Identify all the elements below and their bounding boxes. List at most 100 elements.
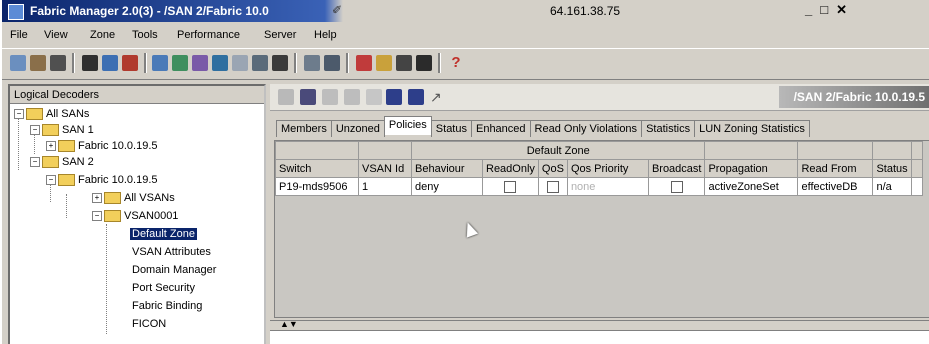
menu-tools[interactable]: Tools: [132, 29, 158, 41]
tree-item-domain-manager[interactable]: Domain Manager: [132, 262, 216, 278]
tree-item-san1[interactable]: − SAN 1: [30, 122, 94, 138]
menu-file[interactable]: File: [10, 29, 28, 41]
table-header-row: Switch VSAN Id Behaviour ReadOnly QoS Qo…: [275, 159, 923, 178]
statistics-icon[interactable]: [324, 55, 340, 71]
window-controls[interactable]: _□✕: [805, 2, 855, 18]
column-header-propagation[interactable]: Propagation: [704, 159, 799, 178]
collapse-icon[interactable]: −: [30, 157, 40, 168]
tree-item-vsan-attributes[interactable]: VSAN Attributes: [132, 244, 211, 260]
find-icon[interactable]: [50, 55, 66, 71]
expand-icon[interactable]: +: [46, 141, 56, 152]
column-header-status[interactable]: Status: [872, 159, 912, 178]
tree-item-fabric-binding[interactable]: Fabric Binding: [132, 298, 202, 314]
open-icon[interactable]: [10, 55, 26, 71]
close-icon[interactable]: ✕: [836, 2, 855, 17]
column-header-readonly[interactable]: ReadOnly: [482, 159, 539, 178]
column-header-broadcast[interactable]: Broadcast: [647, 159, 706, 178]
menu-help[interactable]: Help: [314, 29, 337, 41]
readonly-checkbox[interactable]: [504, 180, 517, 193]
refresh-icon[interactable]: [408, 89, 424, 105]
column-header-read-from[interactable]: Read From: [797, 159, 874, 178]
broadcast-checkbox[interactable]: [670, 180, 683, 193]
users-icon[interactable]: [122, 55, 138, 71]
properties-icon[interactable]: [82, 55, 98, 71]
pane-toolbar: ↗ /SAN 2/Fabric 10.0.19.5: [270, 84, 929, 111]
create-row-icon[interactable]: [278, 89, 294, 105]
pin-icon[interactable]: ✐: [332, 3, 342, 17]
cell-propagation[interactable]: activeZoneSet: [704, 177, 799, 196]
collapse-icon[interactable]: −: [30, 125, 40, 136]
cell-readonly[interactable]: [482, 177, 539, 196]
qos-checkbox[interactable]: [546, 180, 559, 193]
minimize-icon[interactable]: _: [805, 2, 820, 17]
copy-icon[interactable]: [322, 89, 338, 105]
column-header-vsan-id[interactable]: VSAN Id: [358, 159, 412, 178]
collapse-icon[interactable]: −: [14, 109, 24, 120]
tree-item-all-sans[interactable]: − All SANs: [14, 106, 89, 122]
undo-icon[interactable]: [366, 89, 382, 105]
cli-icon[interactable]: [272, 55, 288, 71]
tab-statistics[interactable]: Statistics: [641, 120, 696, 137]
cell-qos-priority[interactable]: none: [566, 177, 649, 196]
tree-item-default-zone[interactable]: Default Zone: [130, 226, 197, 242]
panel-header: Logical Decoders: [10, 86, 264, 104]
column-header-blank: [872, 141, 912, 160]
cell-behaviour[interactable]: deny: [411, 177, 483, 196]
tab-lun-zoning-statistics[interactable]: LUN Zoning Statistics: [694, 120, 810, 137]
apply-changes-icon[interactable]: [386, 89, 402, 105]
table-row[interactable]: P19-mds9506 1 deny none activeZoneSet ef…: [275, 177, 923, 196]
restore-icon[interactable]: □: [820, 2, 836, 17]
cell-read-from[interactable]: effectiveDB: [797, 177, 874, 196]
help-icon[interactable]: ?: [448, 55, 464, 71]
tree-item-san1-fabric[interactable]: + Fabric 10.0.19.5: [46, 138, 158, 154]
tree-item-vsan0001[interactable]: − VSAN0001: [92, 208, 178, 224]
tree-item-all-vsans[interactable]: + All VSANs: [92, 190, 175, 206]
tree-item-port-security[interactable]: Port Security: [132, 280, 195, 296]
cell-status[interactable]: n/a: [872, 177, 912, 196]
delete-row-icon[interactable]: [300, 89, 316, 105]
tree-item-ficon[interactable]: FICON: [132, 316, 166, 332]
performance-icon[interactable]: [304, 55, 320, 71]
paste-icon[interactable]: [344, 89, 360, 105]
tab-enhanced[interactable]: Enhanced: [470, 120, 531, 137]
cell-switch[interactable]: P19-mds9506: [275, 177, 359, 196]
print-icon[interactable]: [30, 55, 46, 71]
console-icon[interactable]: [416, 55, 432, 71]
cell-qos[interactable]: [537, 177, 568, 196]
ivr-icon[interactable]: [212, 55, 228, 71]
column-header-behaviour[interactable]: Behaviour: [411, 159, 483, 178]
tree-item-san2[interactable]: − SAN 2: [30, 154, 94, 170]
lock-icon[interactable]: [376, 55, 392, 71]
window-title-bar[interactable]: Fabric Manager 2.0(3) - /SAN 2/Fabric 10…: [2, 0, 332, 22]
device-icon[interactable]: [252, 55, 268, 71]
expand-icon[interactable]: +: [92, 193, 102, 204]
export-icon[interactable]: ↗: [430, 89, 446, 105]
menu-zone[interactable]: Zone: [90, 29, 115, 41]
column-header-switch[interactable]: Switch: [275, 159, 359, 178]
alert-icon[interactable]: [356, 55, 372, 71]
menu-performance[interactable]: Performance: [177, 29, 240, 41]
collapse-icon[interactable]: −: [92, 211, 102, 222]
report-icon[interactable]: [396, 55, 412, 71]
tab-policies[interactable]: Policies: [383, 116, 432, 135]
vsan-icon[interactable]: [172, 55, 188, 71]
tree-item-san2-fabric[interactable]: − Fabric 10.0.19.5: [46, 172, 158, 188]
tab-members[interactable]: Members: [276, 120, 332, 137]
menu-view[interactable]: View: [44, 29, 68, 41]
port-icon[interactable]: [232, 55, 248, 71]
tab-status[interactable]: Status: [430, 120, 472, 137]
collapse-icon[interactable]: −: [46, 175, 56, 186]
cell-broadcast[interactable]: [647, 177, 706, 196]
cell-vsan-id[interactable]: 1: [358, 177, 412, 196]
tab-unzoned[interactable]: Unzoned: [330, 120, 385, 137]
column-header-qos-priority[interactable]: Qos Priority: [566, 159, 649, 178]
column-header-qos[interactable]: QoS: [537, 159, 568, 178]
zone-icon[interactable]: [152, 55, 168, 71]
security-icon[interactable]: [102, 55, 118, 71]
tab-read-only-violations[interactable]: Read Only Violations: [529, 120, 643, 137]
menu-server[interactable]: Server: [264, 29, 296, 41]
folder-icon: [42, 124, 59, 137]
topology-icon[interactable]: [192, 55, 208, 71]
splitter-arrows-icon[interactable]: ▲▼: [280, 320, 298, 329]
pane-splitter[interactable]: [270, 320, 929, 329]
